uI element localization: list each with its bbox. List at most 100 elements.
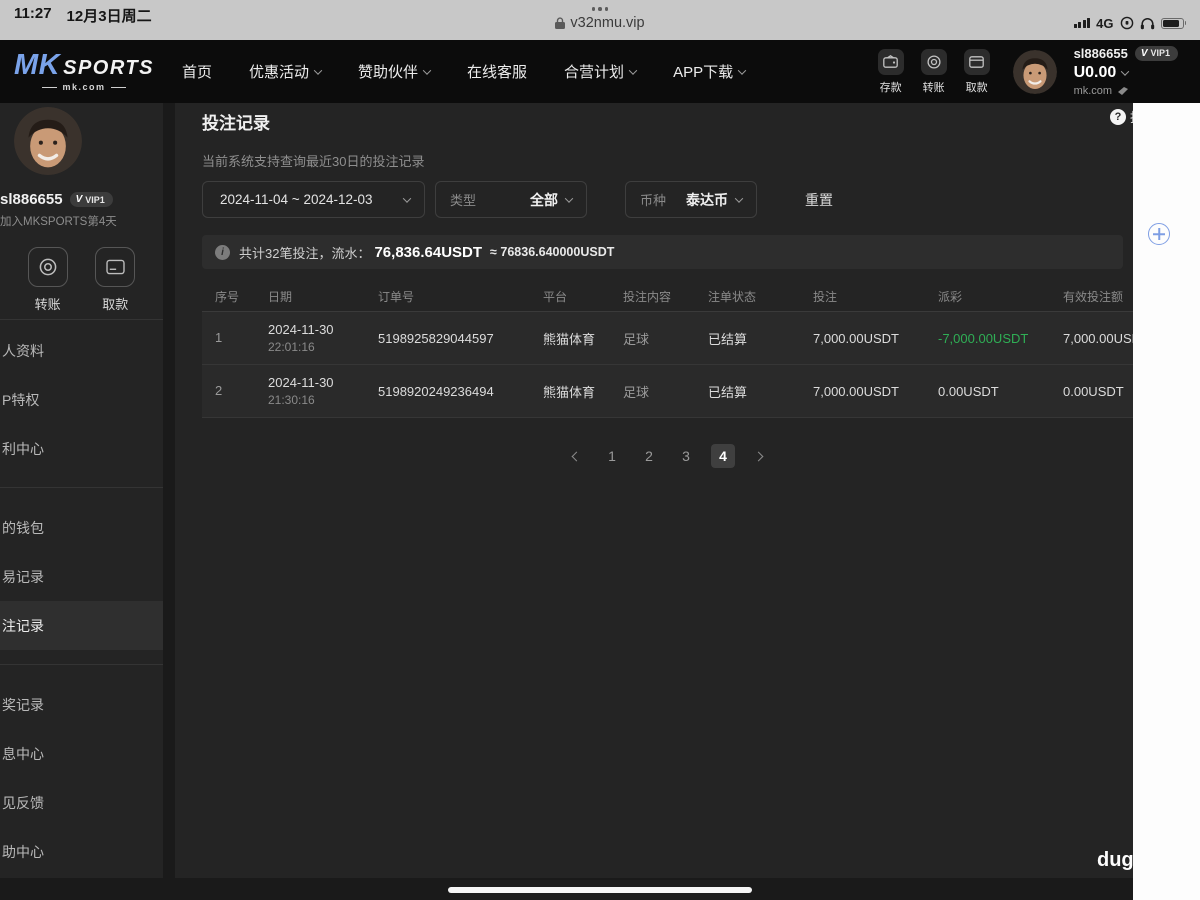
chevron-down-icon xyxy=(402,193,412,203)
sidebar-item-wallet[interactable]: 的钱包 xyxy=(0,503,163,552)
summary-amount: 76,836.64USDT xyxy=(374,243,483,261)
sidebar-transfer-button[interactable]: 转账 xyxy=(27,247,68,313)
avatar[interactable] xyxy=(14,107,82,175)
deposit-icon xyxy=(877,48,904,75)
table-row: 1 2024-11-30 22:01:16 5198925829044597 熊… xyxy=(202,312,1133,365)
withdraw-icon xyxy=(963,48,990,75)
reset-button[interactable]: 重置 xyxy=(805,190,833,210)
info-icon xyxy=(215,244,230,260)
table-row: 2 2024-11-30 21:30:16 5198920249236494 熊… xyxy=(202,365,1133,418)
sidebar-item-benefits[interactable]: 利中心 xyxy=(0,424,163,473)
next-page-button[interactable] xyxy=(748,444,772,468)
summary-approx: ≈ 76836.640000USDT xyxy=(490,245,615,259)
prev-page-button[interactable] xyxy=(563,444,587,468)
url-text: v32nmu.vip xyxy=(570,14,645,31)
chevron-down-icon xyxy=(313,65,323,75)
records-hint: 当前系统支持查询最近30日的投注记录 xyxy=(202,154,425,169)
sidebar-item-bet-records[interactable]: 注记录 xyxy=(0,601,163,650)
sidebar-item-messages[interactable]: 息中心 xyxy=(0,729,163,778)
home-indicator[interactable] xyxy=(448,887,752,893)
page-edge-whitespace xyxy=(1133,103,1200,900)
nav-right: 存款 转账 取款 sl886655 V VIP1 U0.00 mk.com xyxy=(877,46,1178,97)
transfer-icon xyxy=(27,247,68,287)
vip-badge: V VIP1 xyxy=(69,192,113,207)
lock-icon xyxy=(555,16,566,29)
username: sl886655 xyxy=(0,191,63,208)
nav-item-app-download[interactable]: APP下载 xyxy=(673,61,747,82)
watermark-text: dug xyxy=(1097,849,1134,871)
page-button-4-active[interactable]: 4 xyxy=(711,444,735,468)
plus-circle-icon[interactable] xyxy=(1148,223,1170,245)
divider xyxy=(163,103,175,878)
bottom-bar xyxy=(0,878,1200,900)
withdraw-icon xyxy=(95,247,136,287)
sidebar-menu: 人资料 P特权 利中心 的钱包 易记录 注记录 奖记录 息中心 见反馈 助中心 xyxy=(0,326,163,876)
username: sl886655 xyxy=(1073,45,1128,61)
chevron-down-icon xyxy=(628,65,638,75)
chevron-left-icon xyxy=(571,451,582,461)
user-info: sl886655 V VIP1 U0.00 mk.com xyxy=(1074,46,1178,97)
question-icon xyxy=(1110,108,1126,125)
nav-item-support[interactable]: 在线客服 xyxy=(467,61,527,82)
nav-item-home[interactable]: 首页 xyxy=(182,61,212,82)
chevron-right-icon xyxy=(753,451,764,461)
bet-records-panel: 投注记录 投 当前系统支持查询最近30日的投注记录 2024-11-04 ~ 2… xyxy=(175,103,1200,878)
summary-text: 共计32笔投注，流水： xyxy=(239,245,371,261)
chevron-down-icon xyxy=(737,65,747,75)
chevron-down-icon xyxy=(1121,67,1130,76)
nav-menu: 首页 优惠活动 赞助伙伴 在线客服 合营计划 APP下载 xyxy=(182,61,747,82)
withdraw-button[interactable]: 取款 xyxy=(963,48,990,95)
chevron-down-icon xyxy=(422,65,432,75)
chevron-down-icon xyxy=(564,193,574,203)
deposit-button[interactable]: 存款 xyxy=(877,48,904,95)
pagination: 1 2 3 4 xyxy=(202,444,1133,468)
page-button-2[interactable]: 2 xyxy=(637,444,661,468)
more-options-icon[interactable] xyxy=(591,0,609,11)
transfer-button[interactable]: 转账 xyxy=(920,48,947,95)
page-button-1[interactable]: 1 xyxy=(600,444,624,468)
bet-records-table: 序号 日期 订单号 平台 投注内容 注单状态 投注 派彩 有效投注额 1 202… xyxy=(202,281,1133,418)
transfer-icon xyxy=(920,48,947,75)
sidebar-item-help[interactable]: 助中心 xyxy=(0,827,163,876)
safari-url-bar[interactable]: v32nmu.vip xyxy=(0,0,1200,31)
nav-item-promotions[interactable]: 优惠活动 xyxy=(249,61,323,82)
sidebar-item-winning-records[interactable]: 奖记录 xyxy=(0,680,163,729)
date-range-picker[interactable]: 2024-11-04 ~ 2024-12-03 xyxy=(202,181,425,218)
sidebar-withdraw-button[interactable]: 取款 xyxy=(95,247,136,313)
logo-domain: mk.com xyxy=(62,82,106,92)
summary-bar: 共计32笔投注，流水： 76,836.64USDT ≈ 76836.640000… xyxy=(202,235,1123,269)
vip-badge: V VIP1 xyxy=(1134,46,1178,62)
divider xyxy=(0,319,163,320)
nav-item-sponsors[interactable]: 赞助伙伴 xyxy=(358,61,432,82)
vip-v-icon: V xyxy=(1140,48,1148,60)
mk-sports-logo[interactable]: MK SPORTS mk.com xyxy=(14,51,154,92)
vip-v-icon: V xyxy=(75,194,83,205)
balance-dropdown[interactable]: U0.00 xyxy=(1074,64,1178,82)
page-title: 投注记录 xyxy=(202,114,270,133)
payout-negative: -7,000.00USDT xyxy=(938,330,1029,346)
site-navbar: MK SPORTS mk.com 首页 优惠活动 赞助伙伴 在线客服 合营计划 … xyxy=(0,40,1200,103)
currency-select[interactable]: 币种 泰达币 xyxy=(625,181,757,218)
nav-item-affiliate[interactable]: 合营计划 xyxy=(564,61,638,82)
chevron-down-icon xyxy=(734,193,744,203)
logo-sports-text: SPORTS xyxy=(63,57,154,79)
filter-bar: 2024-11-04 ~ 2024-12-03 类型 全部 币种 泰达币 重置 xyxy=(202,181,1200,218)
logo-mk-text: MK xyxy=(14,49,61,81)
table-header: 序号 日期 订单号 平台 投注内容 注单状态 投注 派彩 有效投注额 xyxy=(202,281,1133,312)
avatar[interactable] xyxy=(1012,49,1057,94)
ios-status-bar: 11:27 12月3日周二 v32nmu.vip 4G xyxy=(0,0,1200,40)
joined-days-text: 加入MKSPORTS第4天 xyxy=(0,216,117,228)
battery-icon xyxy=(1160,17,1184,29)
balance-value: U0.00 xyxy=(1073,64,1117,82)
site-label: mk.com xyxy=(1073,84,1113,97)
divider xyxy=(0,664,163,665)
sidebar-item-vip[interactable]: P特权 xyxy=(0,375,163,424)
sidebar-item-transactions[interactable]: 易记录 xyxy=(0,552,163,601)
main-area: sl886655 V VIP1 加入MKSPORTS第4天 转账 取款 人资料 P… xyxy=(0,103,1200,878)
page-button-3[interactable]: 3 xyxy=(674,444,698,468)
type-select[interactable]: 类型 全部 xyxy=(435,181,587,218)
divider xyxy=(0,487,163,488)
profile-sidebar: sl886655 V VIP1 加入MKSPORTS第4天 转账 取款 人资料 P… xyxy=(0,103,163,878)
sidebar-item-profile[interactable]: 人资料 xyxy=(0,326,163,375)
sidebar-item-feedback[interactable]: 见反馈 xyxy=(0,778,163,827)
